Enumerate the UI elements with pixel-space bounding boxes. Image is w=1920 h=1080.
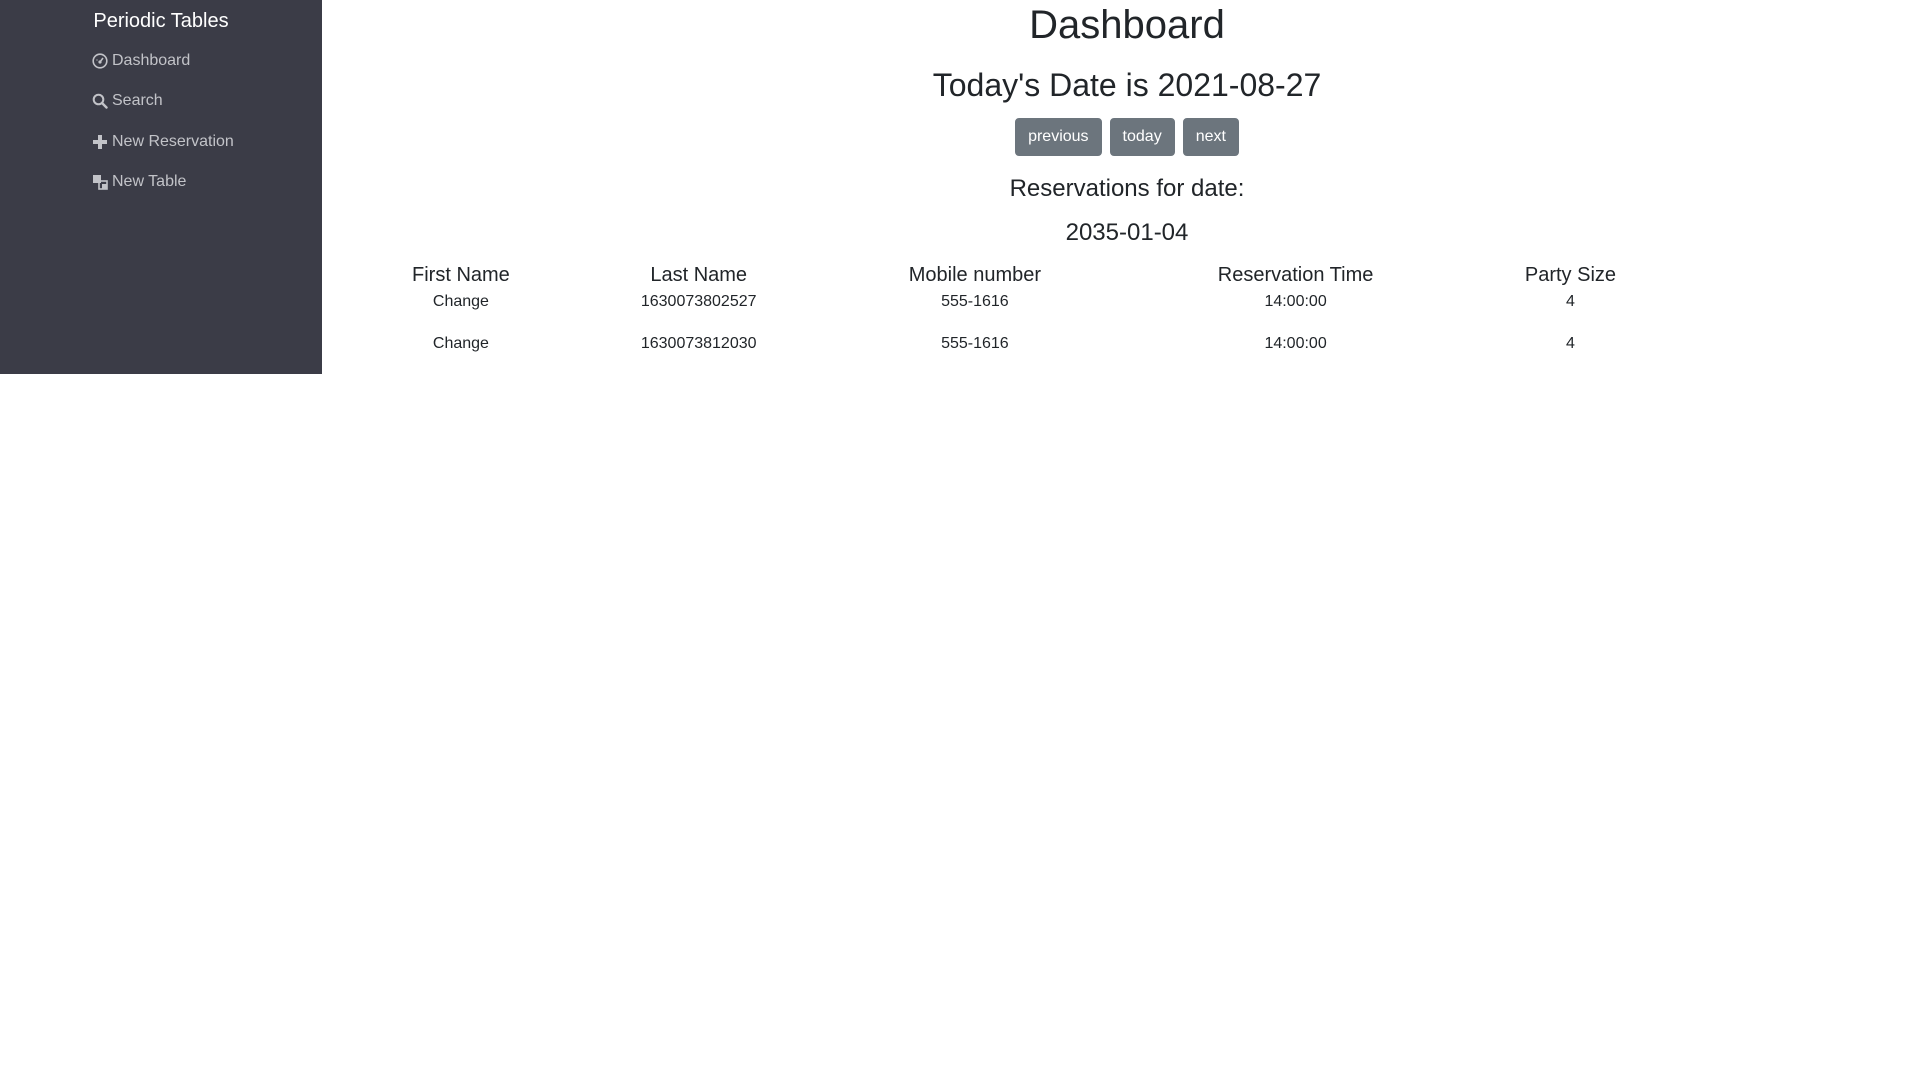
cell-first-name: Change xyxy=(432,293,489,310)
table-icon xyxy=(91,173,109,191)
column-header-party-size: Party Size xyxy=(1524,264,1617,286)
column-header-mobile-number: Mobile number xyxy=(908,264,1042,286)
sidebar-item-new-reservation[interactable]: New Reservation xyxy=(91,131,234,153)
plus-icon xyxy=(91,133,109,151)
brand-title[interactable]: Periodic Tables xyxy=(0,8,322,34)
column-header-first-name: First Name xyxy=(412,264,510,286)
sidebar-item-search[interactable]: Search xyxy=(91,90,163,112)
cell-mobile-number: 555-1616 xyxy=(941,293,1009,310)
reservations-date: 2035-01-04 xyxy=(1065,219,1189,246)
reservations-table: First Name Last Name Mobile number Reser… xyxy=(352,260,1672,364)
sidebar: Periodic Tables Dashboard Search New Res… xyxy=(0,0,322,374)
today-button[interactable]: today xyxy=(1109,118,1175,156)
date-navigation: previous today next xyxy=(322,118,1920,156)
sidebar-item-dashboard[interactable]: Dashboard xyxy=(91,50,190,72)
cell-party-size: 4 xyxy=(1566,293,1575,310)
cell-mobile-number: 555-1616 xyxy=(941,335,1009,352)
sidebar-item-new-table[interactable]: New Table xyxy=(91,171,186,193)
today-date-heading: Today's Date is 2021-08-27 xyxy=(932,67,1322,103)
cell-last-name: 1630073802527 xyxy=(640,293,757,310)
column-header-reservation-time: Reservation Time xyxy=(1217,264,1374,286)
reservations-heading: Reservations for date: xyxy=(1009,175,1245,202)
sidebar-item-label: New Table xyxy=(112,173,187,190)
sidebar-item-label: New Reservation xyxy=(112,133,234,150)
dashboard-icon xyxy=(91,52,109,70)
table-row: Change 1630073802527 555-1616 14:00:00 4 xyxy=(352,290,1672,324)
table-row: Change 1630073812030 555-1616 14:00:00 4 xyxy=(352,324,1672,364)
next-button[interactable]: next xyxy=(1182,118,1239,156)
sidebar-item-label: Dashboard xyxy=(112,52,191,69)
cell-last-name: 1630073812030 xyxy=(640,335,757,352)
search-icon xyxy=(91,92,109,110)
previous-button[interactable]: previous xyxy=(1015,118,1102,156)
page-title: Dashboard xyxy=(1029,3,1225,47)
cell-reservation-time: 14:00:00 xyxy=(1264,293,1327,310)
cell-reservation-time: 14:00:00 xyxy=(1264,335,1327,352)
cell-party-size: 4 xyxy=(1566,335,1575,352)
cell-first-name: Change xyxy=(432,335,489,352)
table-header-row: First Name Last Name Mobile number Reser… xyxy=(352,260,1672,290)
sidebar-item-label: Search xyxy=(112,92,163,109)
column-header-last-name: Last Name xyxy=(650,264,748,286)
